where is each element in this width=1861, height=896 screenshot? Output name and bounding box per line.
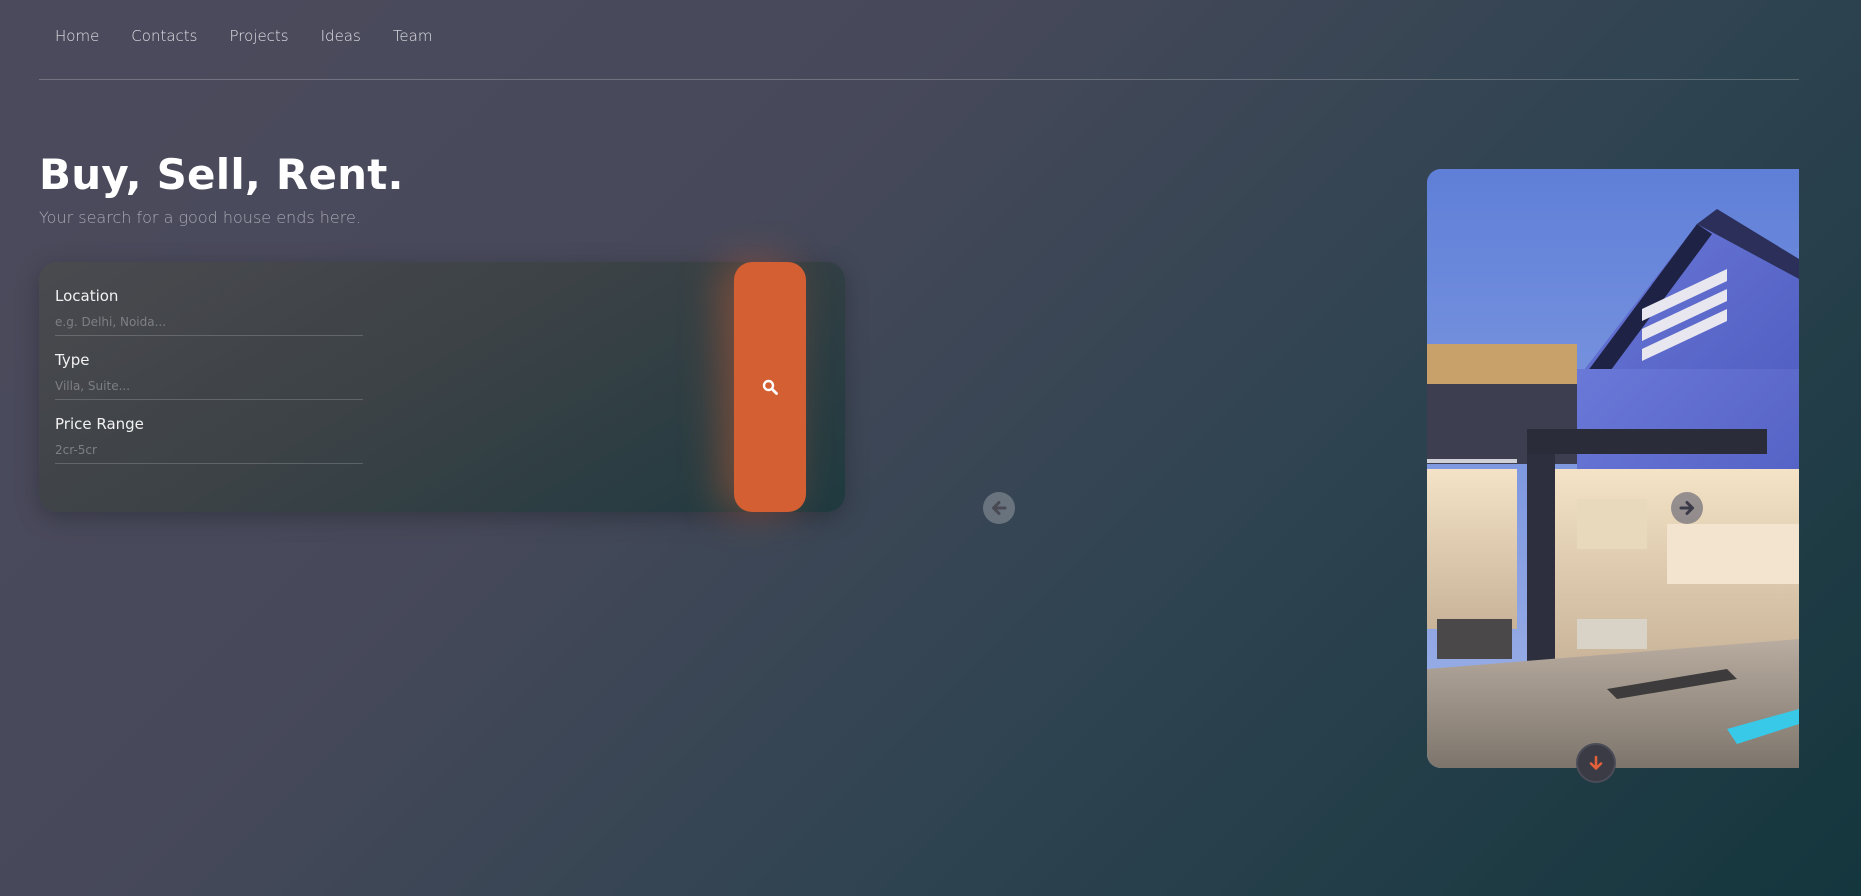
price-range-label: Price Range xyxy=(55,415,144,433)
type-field-group: Type xyxy=(55,351,363,400)
modern-house-illustration xyxy=(1427,169,1799,768)
arrow-right-icon xyxy=(1679,501,1694,515)
main-nav: Home Contacts Projects Ideas Team xyxy=(55,27,432,45)
house-photo xyxy=(1427,169,1799,768)
type-input[interactable] xyxy=(55,377,363,400)
nav-ideas[interactable]: Ideas xyxy=(321,27,361,45)
nav-team[interactable]: Team xyxy=(393,27,433,45)
price-range-field-group: Price Range xyxy=(55,415,363,464)
nav-divider xyxy=(39,79,1799,80)
location-field-group: Location xyxy=(55,287,363,336)
scroll-down-button[interactable] xyxy=(1576,743,1616,783)
arrow-down-icon xyxy=(1589,755,1603,770)
search-form: Location Type Price Range xyxy=(39,262,845,512)
slider-next-button[interactable] xyxy=(1671,492,1703,524)
type-label: Type xyxy=(55,351,90,369)
search-button[interactable] xyxy=(734,262,806,512)
nav-home[interactable]: Home xyxy=(55,27,99,45)
location-label: Location xyxy=(55,287,119,305)
hero-title: Buy, Sell, Rent. xyxy=(39,150,404,199)
search-icon xyxy=(762,379,778,395)
arrow-left-icon xyxy=(992,501,1007,515)
nav-projects[interactable]: Projects xyxy=(229,27,288,45)
hero-subtitle: Your search for a good house ends here. xyxy=(39,208,361,227)
price-range-input[interactable] xyxy=(55,441,363,464)
nav-contacts[interactable]: Contacts xyxy=(131,27,197,45)
slider-prev-button[interactable] xyxy=(983,492,1015,524)
location-input[interactable] xyxy=(55,313,363,336)
